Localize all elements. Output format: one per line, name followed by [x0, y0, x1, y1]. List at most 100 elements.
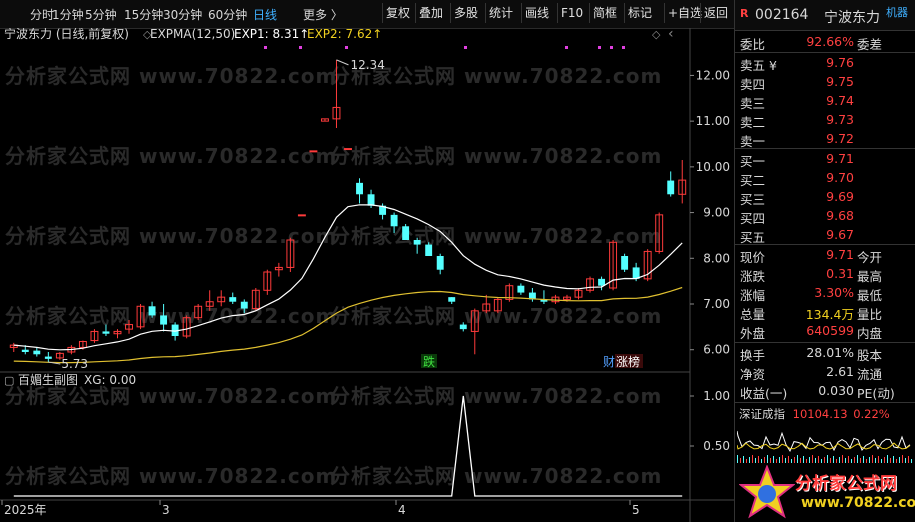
period-tab-5[interactable]: 60分钟: [208, 6, 247, 23]
buy-row: 买二 9.70: [735, 168, 915, 188]
webi-row: 委比 92.66% 委差: [735, 32, 915, 52]
stat2-row-right: PE(动): [857, 386, 895, 401]
sell-row-value: 9.73: [826, 112, 854, 127]
toolbar-button-6[interactable]: 简框: [589, 3, 620, 23]
x-label: 5: [632, 503, 640, 517]
buy-row: 买五 9.67: [735, 225, 915, 245]
kline-chart[interactable]: 宁波东力 (日线,前复权) ◇ EXPMA(12,50)EXP1: 8.31↑EXP…: [0, 28, 734, 522]
candle: [436, 256, 444, 270]
period-tab-1[interactable]: 1分钟: [52, 6, 84, 23]
toolbar-button-3[interactable]: 统计: [485, 3, 516, 23]
sell-row: 卖二 9.73: [735, 110, 915, 130]
stat2-row: 收益(一) 0.030 PE(动): [735, 381, 915, 401]
toolbar-button-7[interactable]: 标记: [624, 3, 655, 23]
stat2-row: 换手 28.01% 股本: [735, 343, 915, 363]
signal-dot: [299, 46, 302, 49]
toolbar-button-0[interactable]: 复权: [382, 3, 413, 23]
period-tab-4[interactable]: 30分钟: [163, 6, 202, 23]
exp1-label: EXP1: 8.31↑: [234, 28, 309, 41]
sub-title: 百媚生副图: [18, 373, 78, 387]
toolbar-button-1[interactable]: 叠加: [415, 3, 446, 23]
period-tab-3[interactable]: 15分钟: [124, 6, 163, 23]
sub-y-tick-label: 0.50: [703, 439, 730, 453]
quote-header: R 002164 宁波东力 机器: [735, 0, 915, 31]
index-bar[interactable]: 深证成指 10104.13 0.22%: [739, 406, 890, 422]
stat-row: 总量 134.4万 量比: [735, 302, 915, 322]
stat-row-value: 0.31: [826, 266, 854, 281]
sell-row-value: 9.74: [826, 93, 854, 108]
low-marker: 5.73: [61, 357, 88, 371]
stat2-row-value: 0.030: [818, 383, 854, 398]
x-label: 3: [162, 503, 170, 517]
toolbar-button-5[interactable]: F10: [557, 3, 586, 23]
tag-limit: 涨榜: [616, 354, 640, 369]
sell-row: 卖五 ¥9.76: [735, 53, 915, 73]
candle: [448, 297, 456, 302]
exp2-label: EXP2: 7.62↑: [307, 28, 382, 41]
stat2-row: 净资 2.61 流通: [735, 362, 915, 382]
toolbar-button-9[interactable]: 返回: [700, 3, 731, 23]
candle: [148, 306, 156, 316]
period-tab-2[interactable]: 5分钟: [85, 6, 117, 23]
candle: [402, 226, 410, 240]
stat-row-value: 3.30%: [814, 285, 854, 300]
chart-title: 宁波东力 (日线,前复权): [4, 28, 129, 41]
stat-row: 涨幅 3.30% 最低: [735, 283, 915, 303]
signal-dot: [610, 46, 613, 49]
buy-row: 买一 9.71: [735, 149, 915, 169]
index-name: 深证成指: [739, 407, 785, 421]
buy-row-value: 9.70: [826, 170, 854, 185]
candle: [160, 315, 168, 325]
robot-button[interactable]: 机器: [886, 4, 908, 20]
sell-row-value: 9.76: [826, 55, 854, 70]
stat-row: 外盘 640599 内盘: [735, 321, 915, 341]
stock-code: 002164: [755, 7, 809, 23]
stat-row: 现价 9.71 今开: [735, 245, 915, 265]
period-tab-7[interactable]: 更多 〉: [303, 6, 343, 23]
logo-star-icon: [738, 464, 796, 519]
high-marker-line: [336, 59, 349, 66]
webi-label: 委比: [740, 37, 766, 52]
sell-row: 卖一 9.72: [735, 129, 915, 149]
quote-panel: R 002164 宁波东力 机器 委比 92.66% 委差 卖五 ¥9.76 卖四…: [734, 0, 915, 522]
candle: [240, 301, 248, 309]
index-value: 10104.13: [792, 407, 848, 421]
candle: [413, 240, 421, 245]
site-logo: 分析家公式网 www.70822.com: [735, 463, 915, 522]
candle: [425, 244, 433, 256]
sell-row-value: 9.75: [826, 74, 854, 89]
candle: [390, 214, 398, 227]
candle: [102, 331, 110, 334]
weicha-label: 委差: [857, 37, 883, 52]
stat-row-right: 内盘: [857, 326, 883, 341]
xg-line: [13, 395, 683, 497]
stock-name: 宁波东力: [824, 10, 880, 26]
candle: [229, 297, 237, 302]
stat2-row-value: 2.61: [826, 364, 854, 379]
webi-value: 92.66%: [806, 34, 854, 49]
candle: [309, 150, 318, 153]
y-tick-label: 8.00: [703, 251, 730, 265]
buy-row-value: 9.67: [826, 227, 854, 242]
y-tick-label: 11.00: [696, 114, 730, 128]
candle: [667, 180, 675, 195]
toolbar-button-8[interactable]: +自选: [664, 3, 705, 23]
stat-row: 涨跌 0.31 最高: [735, 264, 915, 284]
y-tick-label: 7.00: [703, 297, 730, 311]
exp1-line: [13, 204, 683, 351]
toolbar-button-4[interactable]: 画线: [521, 3, 552, 23]
toolbar-button-2[interactable]: 多股: [450, 3, 481, 23]
candle: [33, 350, 41, 355]
period-tab-0[interactable]: 分时: [30, 6, 54, 23]
sell-row: 卖四 9.75: [735, 72, 915, 92]
y-tick-label: 10.00: [696, 160, 730, 174]
panel-icon: ▢: [4, 374, 14, 387]
stat-row-label: 外盘: [740, 326, 766, 341]
candle: [621, 256, 629, 270]
candle: [44, 356, 52, 359]
sub-value: XG: 0.00: [84, 373, 136, 387]
rights-badge: R: [740, 7, 749, 20]
candle: [356, 182, 363, 195]
stat-row-value: 9.71: [826, 247, 854, 262]
period-tab-6[interactable]: 日线: [253, 6, 277, 23]
